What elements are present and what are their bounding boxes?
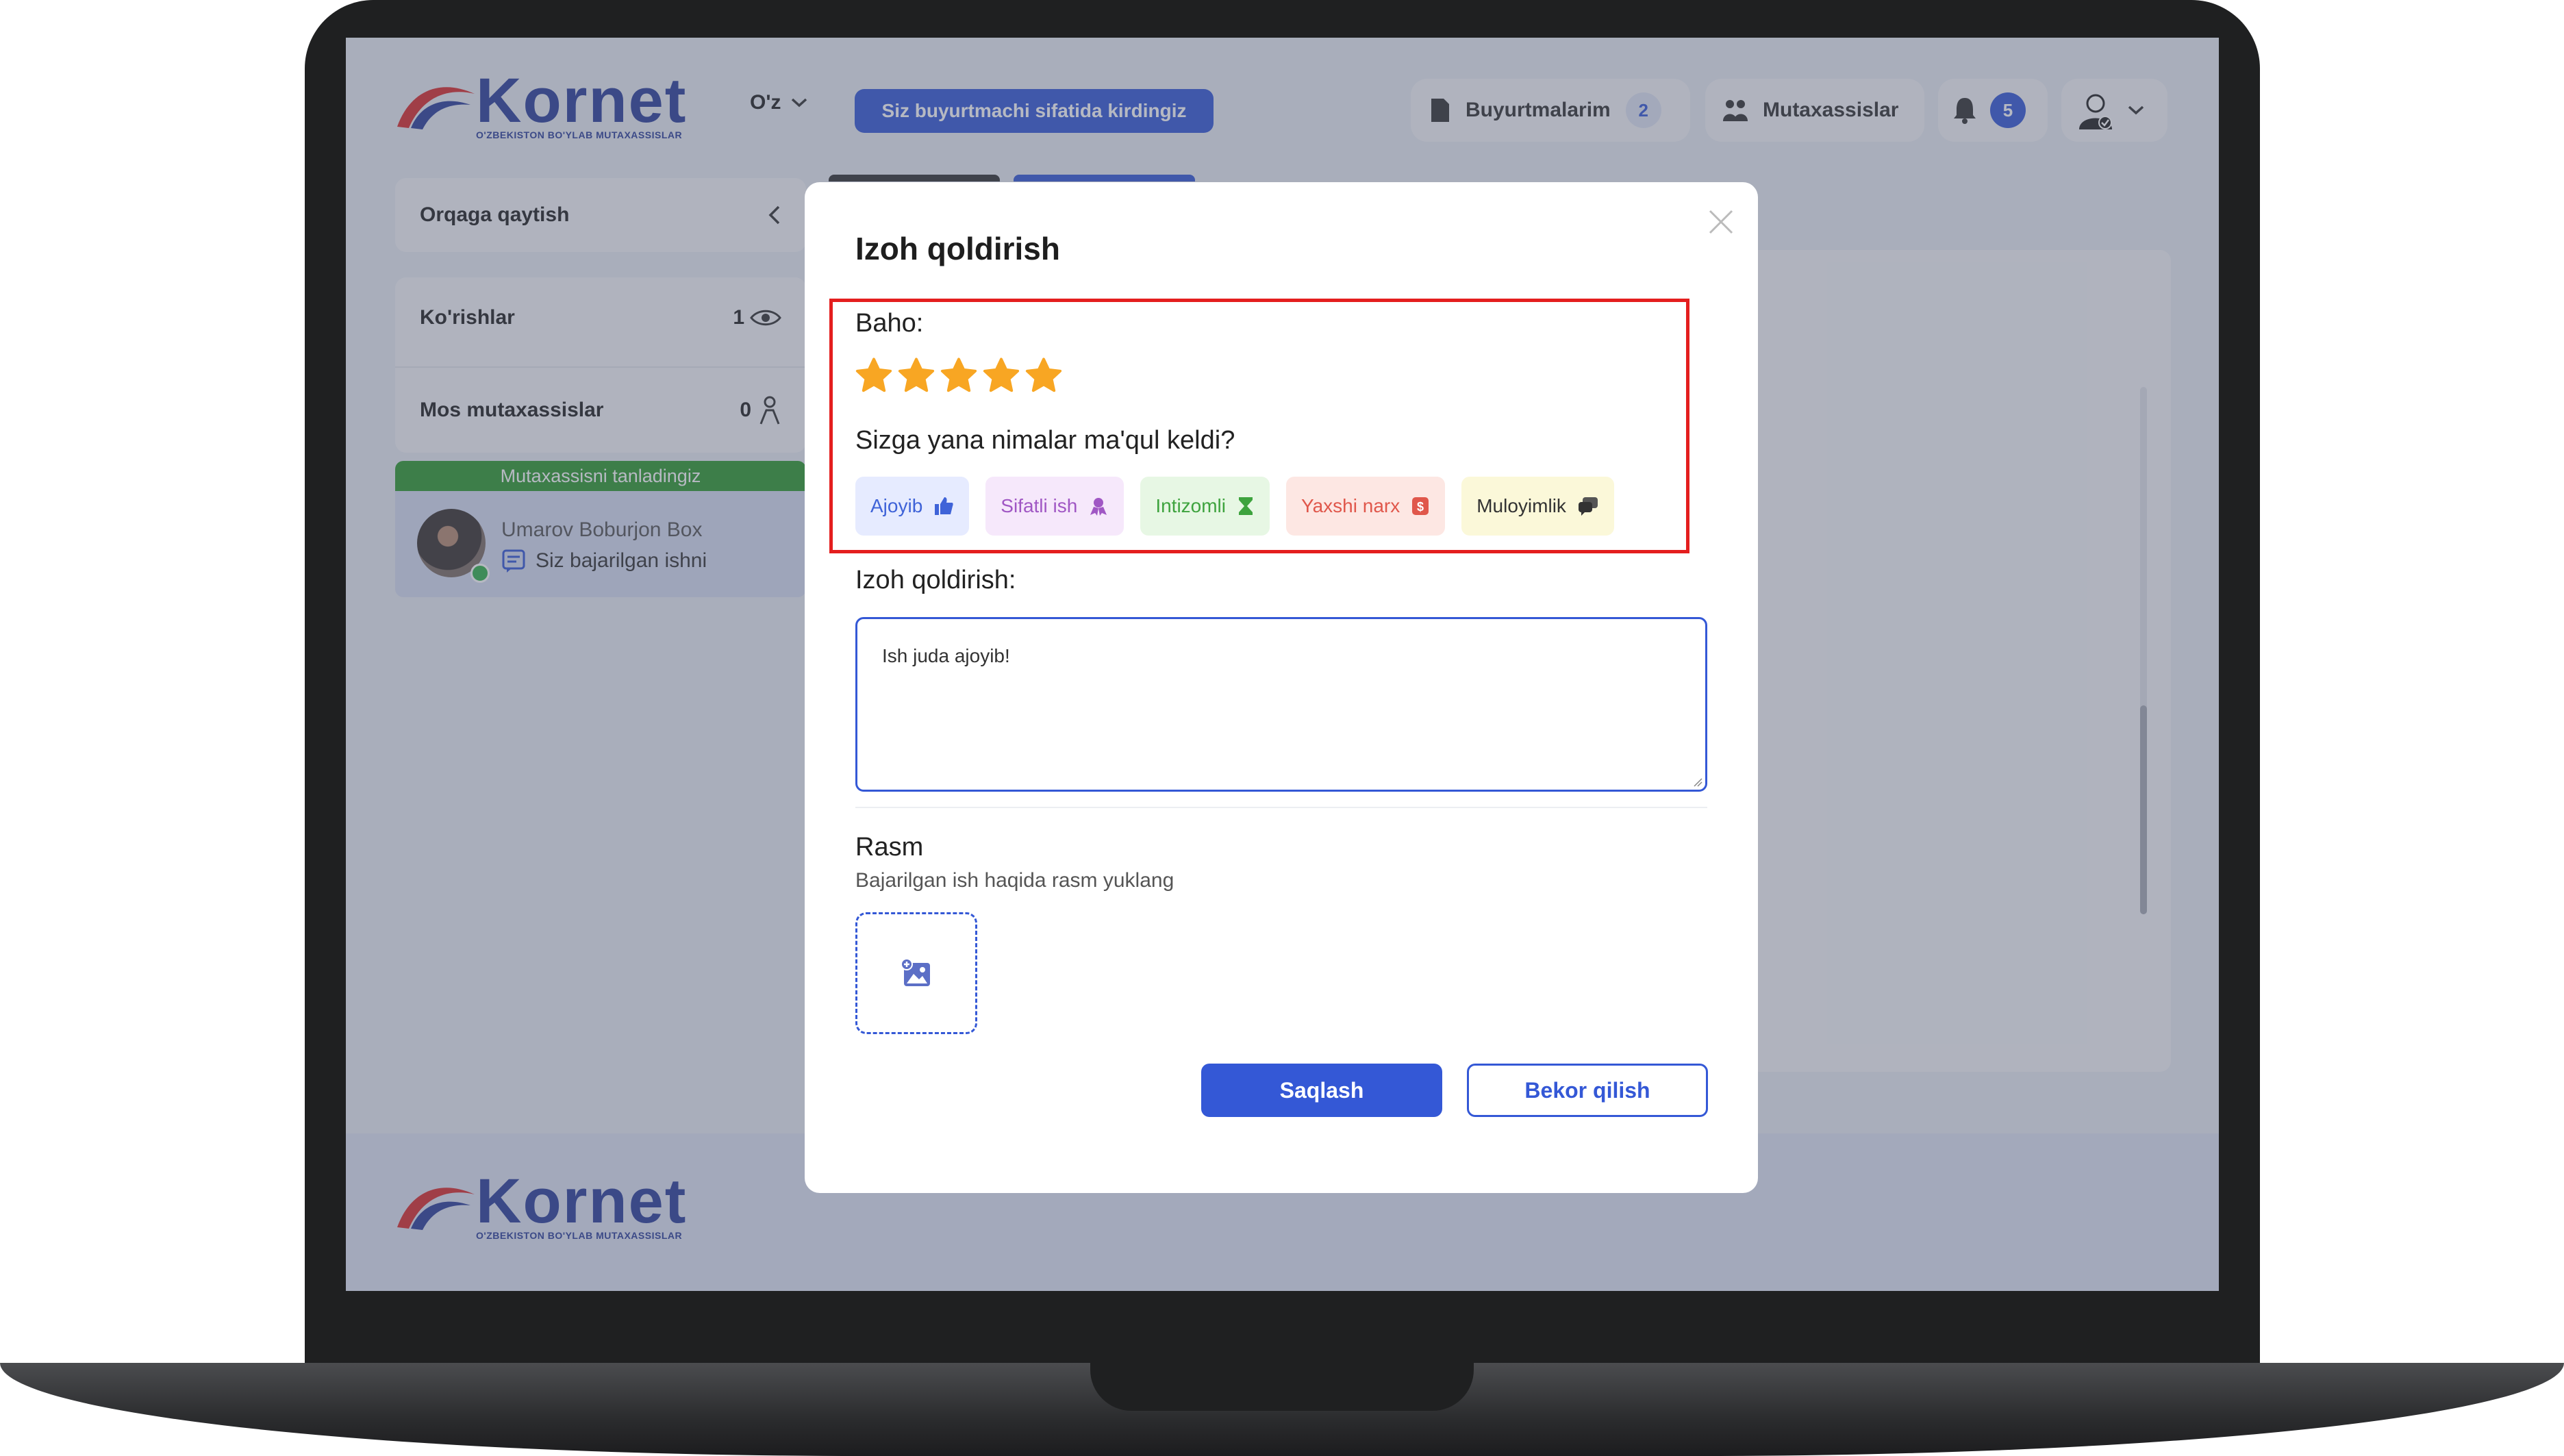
liked-question: Sizga yana nimalar ma'qul keldi? bbox=[855, 426, 1235, 455]
price-icon: $ bbox=[1412, 497, 1429, 515]
add-image-icon bbox=[901, 958, 930, 986]
comment-label: Izoh qoldirish: bbox=[855, 566, 1016, 594]
chip-yaxshi-narx[interactable]: Yaxshi narx $ bbox=[1286, 477, 1446, 536]
modal-title: Izoh qoldirish bbox=[855, 231, 1060, 266]
image-hint: Bajarilgan ish haqida rasm yuklang bbox=[855, 869, 1174, 892]
image-label: Rasm bbox=[855, 833, 924, 862]
star-icon[interactable] bbox=[981, 356, 1021, 396]
star-icon[interactable] bbox=[1024, 356, 1064, 396]
star-icon[interactable] bbox=[939, 356, 979, 396]
comment-text: Ish juda ajoyib! bbox=[882, 645, 1010, 666]
save-button[interactable]: Saqlash bbox=[1201, 1064, 1442, 1117]
star-icon[interactable] bbox=[896, 356, 936, 396]
chip-label: Yaxshi narx bbox=[1301, 495, 1400, 516]
hourglass-icon bbox=[1239, 497, 1253, 515]
cancel-button[interactable]: Bekor qilish bbox=[1467, 1064, 1708, 1117]
svg-text:$: $ bbox=[1417, 500, 1424, 514]
rating-label: Baho: bbox=[855, 309, 924, 338]
chip-label: Ajoyib bbox=[870, 495, 923, 516]
chip-label: Muloyimlik bbox=[1476, 495, 1566, 516]
quality-icon bbox=[1090, 498, 1107, 516]
chip-ajoyib[interactable]: Ajoyib bbox=[855, 477, 970, 536]
star-icon[interactable] bbox=[854, 356, 894, 396]
laptop-notch bbox=[1090, 1363, 1474, 1411]
resize-handle-icon[interactable] bbox=[1692, 776, 1702, 787]
divider bbox=[855, 807, 1707, 808]
chip-intizomli[interactable]: Intizomli bbox=[1140, 477, 1270, 536]
image-upload-box[interactable] bbox=[855, 912, 977, 1034]
close-icon[interactable] bbox=[1707, 208, 1735, 236]
chip-label: Intizomli bbox=[1155, 495, 1227, 516]
liked-chips: Ajoyib Sifatli ish Intizomli Yaxshi narx… bbox=[855, 477, 1614, 536]
chip-sifatli-ish[interactable]: Sifatli ish bbox=[985, 477, 1124, 536]
comment-textarea[interactable]: Ish juda ajoyib! bbox=[855, 617, 1707, 792]
chip-label: Sifatli ish bbox=[1001, 495, 1078, 516]
chat-icon bbox=[1578, 497, 1598, 516]
star-rating[interactable] bbox=[854, 356, 1064, 396]
review-modal: Izoh qoldirish Baho: Sizga yana nimalar … bbox=[805, 182, 1758, 1193]
chip-muloyimlik[interactable]: Muloyimlik bbox=[1461, 477, 1614, 536]
thumbs-up-icon bbox=[935, 497, 953, 515]
